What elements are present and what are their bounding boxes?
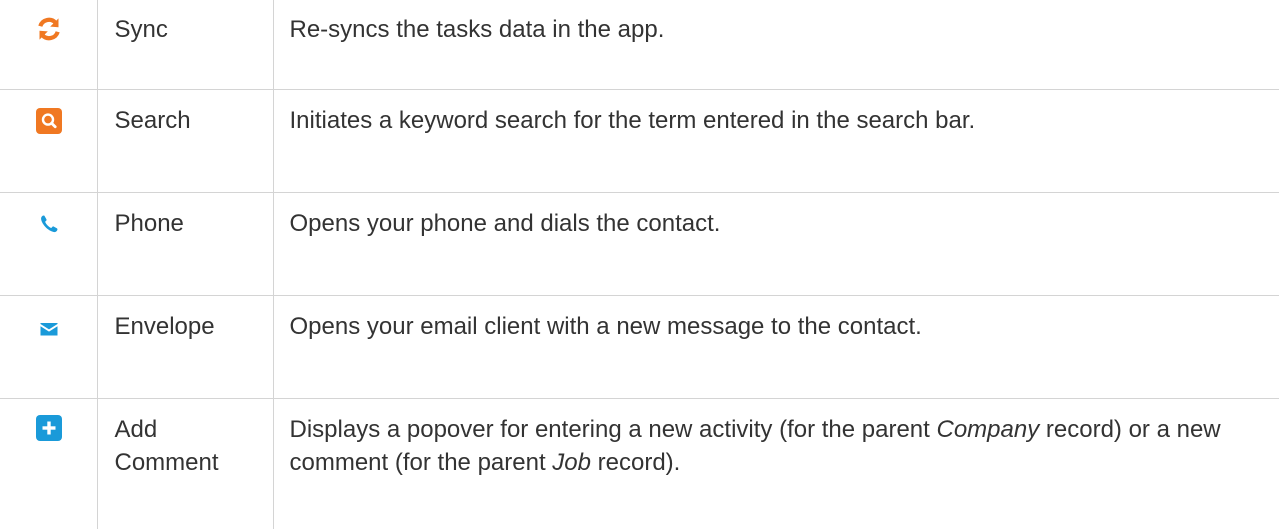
row-name: Add Comment <box>97 399 273 529</box>
table-row: Search Initiates a keyword search for th… <box>0 90 1279 193</box>
row-description: Opens your phone and dials the contact. <box>273 193 1279 296</box>
row-name: Envelope <box>97 296 273 399</box>
row-description: Initiates a keyword search for the term … <box>273 90 1279 193</box>
envelope-icon <box>36 316 62 342</box>
row-name: Sync <box>97 0 273 90</box>
description-text: record). <box>591 449 680 476</box>
icon-reference-table: Sync Re-syncs the tasks data in the app.… <box>0 0 1279 529</box>
add-comment-icon <box>36 415 62 441</box>
phone-icon <box>36 211 62 237</box>
row-description: Displays a popover for entering a new ac… <box>273 399 1279 529</box>
company-term: Company <box>937 416 1040 443</box>
icon-cell <box>0 90 97 193</box>
icon-cell <box>0 0 97 90</box>
row-description: Re-syncs the tasks data in the app. <box>273 0 1279 90</box>
description-text: Displays a popover for entering a new ac… <box>290 416 937 443</box>
table-row: Sync Re-syncs the tasks data in the app. <box>0 0 1279 90</box>
icon-cell <box>0 399 97 529</box>
job-term: Job <box>552 449 591 476</box>
search-icon <box>36 108 62 134</box>
row-description: Opens your email client with a new messa… <box>273 296 1279 399</box>
icon-cell <box>0 296 97 399</box>
table-row: Add Comment Displays a popover for enter… <box>0 399 1279 529</box>
table-row: Phone Opens your phone and dials the con… <box>0 193 1279 296</box>
row-name: Phone <box>97 193 273 296</box>
sync-icon <box>36 16 62 42</box>
icon-cell <box>0 193 97 296</box>
row-name: Search <box>97 90 273 193</box>
table-row: Envelope Opens your email client with a … <box>0 296 1279 399</box>
